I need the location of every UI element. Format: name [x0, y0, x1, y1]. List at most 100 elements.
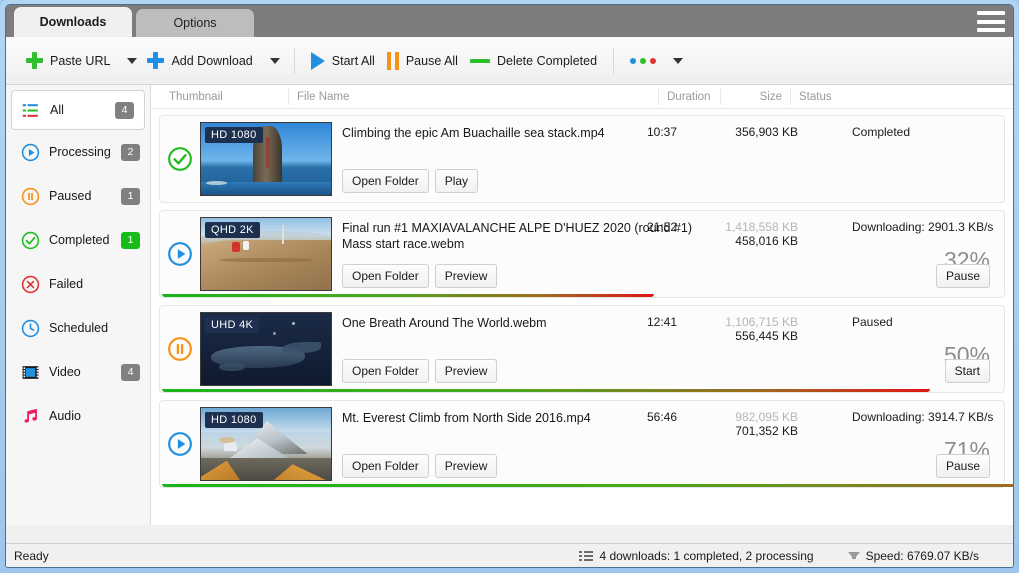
- status-speed-text: Speed: 6769.07 KB/s: [865, 548, 979, 563]
- sidebar-item-label: Paused: [49, 189, 92, 203]
- pause-all-button[interactable]: Pause All: [381, 44, 464, 78]
- pause-circle-icon: [21, 187, 40, 206]
- thumbnail[interactable]: HD 1080: [200, 407, 332, 481]
- preview-button[interactable]: Preview: [434, 454, 498, 478]
- plus-icon: [147, 52, 165, 69]
- row-buttons: Open Folder Preview: [342, 359, 498, 383]
- sidebar-item-failed[interactable]: Failed: [6, 262, 150, 306]
- start-button[interactable]: Start: [944, 359, 990, 383]
- error-circle-icon: [21, 275, 40, 294]
- list-header: Thumbnail File Name Duration Size Status: [151, 85, 1013, 109]
- pause-button[interactable]: Pause: [935, 454, 990, 478]
- thumbnail[interactable]: UHD 4K: [200, 312, 332, 386]
- clock-icon: [20, 318, 40, 338]
- tab-options[interactable]: Options: [136, 9, 254, 37]
- duration-value: 12:41: [646, 315, 677, 329]
- column-header-size[interactable]: Size: [721, 88, 791, 105]
- column-header-thumbnail[interactable]: Thumbnail: [161, 88, 289, 105]
- play-button[interactable]: Play: [434, 169, 479, 193]
- tab-downloads[interactable]: Downloads: [14, 7, 132, 37]
- column-header-duration[interactable]: Duration: [659, 88, 721, 105]
- sidebar-item-scheduled[interactable]: Scheduled: [6, 306, 150, 350]
- check-circle-icon: [167, 146, 193, 172]
- row-content: Mt. Everest Climb from North Side 2016.m…: [332, 401, 1004, 487]
- play-circle-icon: [21, 143, 40, 162]
- size-total-value: 356,903 KB: [735, 125, 798, 139]
- row-content: One Breath Around The World.webm 12:41 1,1…: [332, 306, 1004, 392]
- delete-completed-button[interactable]: Delete Completed: [464, 44, 603, 78]
- film-icon: [20, 362, 40, 382]
- download-row[interactable]: UHD 4K One Breath Around The World.webm 12…: [159, 305, 1005, 393]
- sidebar-item-badge: 2: [121, 143, 140, 161]
- pause-button[interactable]: Pause: [935, 264, 990, 288]
- paste-url-label: Paste URL: [50, 53, 111, 68]
- more-options-button[interactable]: [624, 44, 662, 78]
- size-downloaded-value: 701,352 KB: [735, 424, 798, 438]
- start-all-button[interactable]: Start All: [305, 44, 381, 78]
- sidebar-item-audio[interactable]: Audio: [6, 394, 150, 438]
- music-note-icon: [20, 406, 40, 426]
- row-state-play-circle-icon[interactable]: [160, 401, 200, 487]
- thumbnail[interactable]: HD 1080: [200, 122, 332, 196]
- check-circle-icon: [21, 231, 40, 250]
- more-options-chevron-down-icon[interactable]: [673, 57, 684, 64]
- status-text: Downloading: 2901.3 KB/s: [852, 220, 994, 234]
- clock-icon: [21, 319, 40, 338]
- row-state-play-circle-icon[interactable]: [160, 211, 200, 297]
- start-all-label: Start All: [331, 53, 375, 68]
- row-buttons: Open Folder Preview: [342, 454, 498, 478]
- size-cell: 982,095 KB 701,352 KB: [688, 410, 798, 438]
- progress-bar: [162, 389, 931, 392]
- window-inner: Downloads Options Paste URL Add Download: [5, 4, 1014, 568]
- sidebar-item-label: Audio: [49, 409, 81, 423]
- open-folder-button[interactable]: Open Folder: [342, 169, 429, 193]
- row-buttons: Open Folder Preview: [342, 264, 498, 288]
- column-header-status[interactable]: Status: [791, 89, 991, 105]
- toolbar: Paste URL Add Download Start All Pause A…: [6, 37, 1013, 85]
- add-download-chevron-down-icon[interactable]: [269, 57, 280, 64]
- add-download-button[interactable]: Add Download: [141, 44, 258, 78]
- sidebar-item-completed[interactable]: Completed 1: [6, 218, 150, 262]
- list-icon: [579, 551, 593, 561]
- duration-value: 56:46: [646, 410, 677, 424]
- thumbnail[interactable]: QHD 2K: [200, 217, 332, 291]
- play-icon: [310, 51, 325, 70]
- sidebar-item-label: Processing: [49, 145, 111, 159]
- preview-button[interactable]: Preview: [434, 359, 498, 383]
- sidebar-item-processing[interactable]: Processing 2: [6, 130, 150, 174]
- app-window: Downloads Options Paste URL Add Download: [0, 0, 1019, 573]
- download-row[interactable]: HD 1080 Mt. Everest Climb from North Side…: [159, 400, 1013, 488]
- minus-icon: [469, 58, 490, 63]
- sidebar-item-video[interactable]: Video 4: [6, 350, 150, 394]
- pause-icon: [386, 51, 399, 70]
- sidebar-item-badge: 4: [115, 101, 134, 119]
- play-circle-icon: [20, 142, 40, 162]
- paste-url-button[interactable]: Paste URL: [20, 44, 116, 78]
- hamburger-icon[interactable]: [977, 11, 1005, 32]
- pause-all-label: Pause All: [405, 53, 458, 68]
- tab-strip: Downloads Options: [6, 5, 1013, 37]
- plus-icon: [26, 52, 43, 69]
- open-folder-button[interactable]: Open Folder: [342, 359, 429, 383]
- sidebar-item-badge: 4: [121, 363, 140, 381]
- progress-bar: [162, 484, 1013, 487]
- open-folder-button[interactable]: Open Folder: [342, 264, 429, 288]
- paste-url-chevron-down-icon[interactable]: [127, 57, 138, 64]
- size-total-value: 1,418,558 KB: [725, 220, 798, 234]
- toolbar-divider: [613, 47, 615, 74]
- download-row[interactable]: QHD 2K Final run #1 MAXIAVALANCHE ALPE D'…: [159, 210, 1005, 298]
- size-downloaded-value: 556,445 KB: [735, 329, 798, 343]
- size-cell: 356,903 KB: [688, 125, 798, 139]
- sidebar-item-all[interactable]: All 4: [11, 90, 145, 130]
- preview-button[interactable]: Preview: [434, 264, 498, 288]
- row-state-check-circle-icon[interactable]: [160, 116, 200, 202]
- download-row[interactable]: HD 1080 Climbing the epic Am Buachaille s…: [159, 115, 1005, 203]
- duration-value: 10:37: [646, 125, 677, 139]
- sidebar-item-paused[interactable]: Paused 1: [6, 174, 150, 218]
- hamburger-bar: [977, 11, 1005, 15]
- status-ready-text: Ready: [14, 548, 49, 563]
- quality-badge: HD 1080: [205, 127, 263, 143]
- column-header-filename[interactable]: File Name: [289, 88, 659, 105]
- open-folder-button[interactable]: Open Folder: [342, 454, 429, 478]
- row-state-pause-circle-icon[interactable]: [160, 306, 200, 392]
